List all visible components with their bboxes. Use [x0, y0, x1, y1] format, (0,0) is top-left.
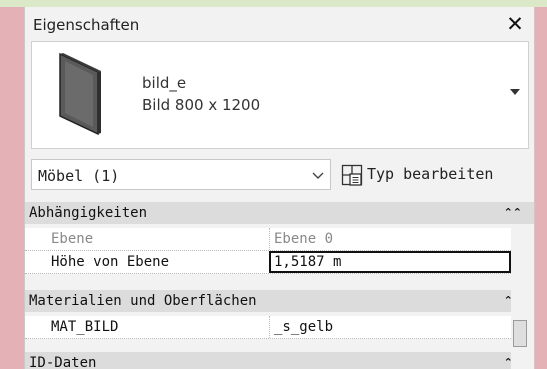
type-family-name: bild_e [142, 74, 187, 92]
scrollbar-thumb[interactable] [513, 320, 527, 347]
collapse-icon[interactable]: ⌃⌃ [504, 206, 522, 219]
property-value: Ebene 0 [274, 231, 334, 247]
property-row-mat-bild: MAT_BILD _s_gelb [25, 316, 511, 339]
property-value: _s_gelb [274, 319, 334, 335]
category-filter-label: Möbel (1) [38, 167, 120, 185]
close-button[interactable]: ✕ [504, 12, 526, 36]
property-value: 1,5187 m [274, 254, 342, 270]
property-name: Ebene [51, 231, 94, 247]
chevron-down-icon [312, 172, 324, 179]
property-row-hoehe-von-ebene: Höhe von Ebene 1,5187 m [25, 251, 511, 274]
properties-panel: Eigenschaften ✕ bild_e Bild 800 x 1200 M… [24, 7, 535, 369]
edit-type-icon [341, 164, 363, 186]
property-value-field[interactable]: _s_gelb [269, 316, 511, 338]
group-header-materialien[interactable]: Materialien und Oberflächen ⌃⌃ [25, 290, 534, 312]
scrollbar-track[interactable] [511, 228, 534, 369]
property-value-input[interactable]: 1,5187 m [269, 251, 511, 273]
property-row-ebene: Ebene Ebene 0 [25, 228, 511, 251]
category-filter-dropdown[interactable]: Möbel (1) [31, 159, 331, 190]
type-name: Bild 800 x 1200 [142, 96, 261, 114]
dropdown-arrow-icon[interactable] [504, 76, 526, 106]
group-label: Materialien und Oberflächen [29, 293, 257, 309]
group-label: Abhängigkeiten [29, 205, 148, 221]
top-strip [0, 0, 547, 7]
type-selector[interactable]: bild_e Bild 800 x 1200 [31, 41, 529, 149]
panel-titlebar: Eigenschaften ✕ [25, 7, 534, 41]
group-header-id-daten[interactable]: ID-Daten ⌃⌃ [25, 352, 534, 369]
edit-type-label: Typ bearbeiten [367, 165, 494, 183]
property-value-field: Ebene 0 [269, 228, 511, 250]
property-name: MAT_BILD [51, 319, 119, 335]
panel-title: Eigenschaften [33, 16, 140, 34]
group-label: ID-Daten [29, 355, 97, 369]
picture-frame-icon [59, 52, 101, 136]
group-header-abhaengigkeiten[interactable]: Abhängigkeiten ⌃⌃ [25, 202, 534, 224]
property-name: Höhe von Ebene [51, 254, 170, 270]
close-icon: ✕ [506, 12, 524, 36]
